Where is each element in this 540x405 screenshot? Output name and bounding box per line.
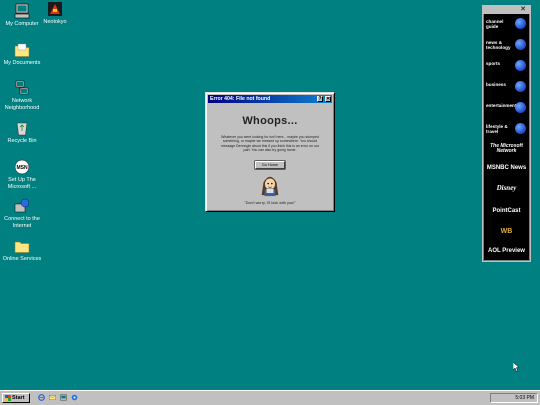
magnifier-icon [515,18,526,29]
dialog-body: Whoops... Whatever you were looking for … [209,105,331,208]
channel-item-sports[interactable]: sports [483,56,530,77]
windows-logo-icon [5,395,11,401]
channel-item-disney[interactable]: Disney [483,182,530,203]
channel-item-channel-guide[interactable]: channel guide [483,14,530,35]
desktop-icon-label: Neotokyo [43,19,67,25]
entertainment-icon [515,102,526,113]
dialog-title: Error 404: File not found [210,96,271,102]
desktop-icon-neotokyo[interactable]: Neotokyo [33,1,77,26]
channel-item-wb[interactable]: WB [483,224,530,245]
show-desktop-icon[interactable] [60,394,67,401]
desktop-icon-label: Network Neighborhood [4,98,40,111]
network-icon [15,80,29,95]
aol-logo: AOL Preview [488,248,525,254]
wb-logo: WB [500,228,513,235]
dialog-caption: "Don't worry, I'll look with you!" [244,201,296,205]
channel-item-label: business [486,82,506,87]
help-button[interactable]: ? [317,96,323,102]
desktop-icon-my-documents[interactable]: My Documents [0,42,44,67]
channel-item-entertainment[interactable]: entertainment [483,98,530,119]
channel-item-label: sports [486,61,501,66]
news-icon [515,39,526,50]
dialog-heading: Whoops... [242,115,298,127]
disney-logo: Disney [496,184,517,192]
clock[interactable]: 5:03 PM [515,395,534,401]
error-dialog: Error 404: File not found ? ✕ Whoops... … [205,92,335,212]
folder-icon [14,241,30,253]
close-button[interactable]: ✕ [325,96,331,102]
business-icon [515,81,526,92]
desktop-icon-label: Online Services [2,256,42,262]
my-computer-icon [14,3,30,19]
desktop-icon-network[interactable]: Network Neighborhood [0,80,44,111]
desktop-icon-connect-internet[interactable]: Connect to the Internet [0,198,44,229]
mouse-cursor-icon [513,362,520,372]
channel-bar-header: ✕ [483,6,530,14]
channel-item-msn[interactable]: The Microsoft Network [483,140,530,161]
sports-icon [515,60,526,71]
channel-item-msnbc[interactable]: MSNBC News [483,161,530,182]
view-channels-icon[interactable] [71,394,78,401]
internet-explorer-icon[interactable] [38,394,45,401]
airplane-icon [515,123,526,134]
neotokyo-icon [48,2,62,16]
channel-item-label: channel guide [486,19,504,29]
desktop-icon-label: My Documents [3,60,41,66]
desktop-icon-label: Connect to the Internet [4,216,40,229]
start-button[interactable]: Start [2,393,30,403]
msn-setup-icon: MSN [14,159,30,175]
outlook-express-icon[interactable] [49,394,56,401]
desktop-icon-label: Recycle Bin [7,138,37,144]
channel-item-label: news & technology [486,40,511,50]
go-home-button[interactable]: Go Home [254,160,286,169]
channel-bar-close-button[interactable]: ✕ [520,6,526,14]
dialog-message: Whatever you were looking for isn't here… [220,135,320,153]
channel-item-news-technology[interactable]: news & technology [483,35,530,56]
svg-text:MSN: MSN [16,165,28,171]
dialog-titlebar[interactable]: Error 404: File not found ? ✕ [208,95,332,103]
msnbc-logo: MSNBC News [486,165,527,171]
taskbar: Start 5:03 PM [0,390,540,405]
desktop-icon-label: Set Up The Microsoft ... [7,177,37,190]
recycle-bin-icon [16,122,28,136]
pointcast-logo: PointCast [492,208,521,214]
internet-connect-icon [14,198,30,213]
channel-item-lifestyle-travel[interactable]: lifestyle & travel [483,119,530,140]
channel-item-aol[interactable]: AOL Preview [483,245,530,266]
desktop-icon-recycle-bin[interactable]: Recycle Bin [0,120,44,145]
channel-item-business[interactable]: business [483,77,530,98]
folder-icon [14,43,30,57]
start-label: Start [12,395,25,401]
msn-logo: The Microsoft Network [490,143,523,154]
system-tray: 5:03 PM [490,393,538,403]
channel-bar: ✕ channel guide news & technology sports… [482,5,531,262]
channel-item-label: entertainment [486,103,517,108]
mascot-illustration [261,176,279,196]
channel-item-pointcast[interactable]: PointCast [483,203,530,224]
desktop-icon-online-services[interactable]: Online Services [0,238,44,263]
desktop-icon-msn-setup[interactable]: MSN Set Up The Microsoft ... [0,159,44,190]
channel-item-label: lifestyle & travel [486,124,508,134]
